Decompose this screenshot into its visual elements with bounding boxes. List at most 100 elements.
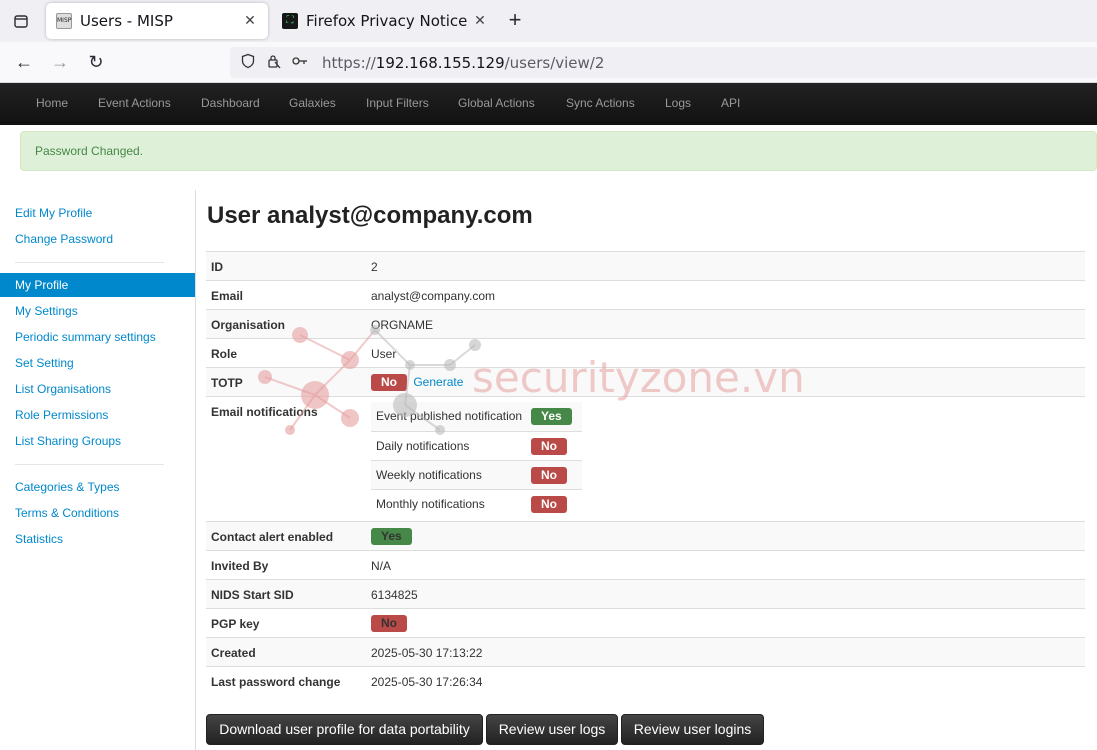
tab-title: Firefox Privacy Notice — [306,12,472,30]
menu-event-actions[interactable]: Event Actions [98,83,171,125]
firefox-privacy-favicon-icon: ⛶ [282,13,298,29]
field-value: N/A [371,559,392,573]
download-profile-button[interactable]: Download user profile for data portabili… [206,714,483,745]
status-badge: No [371,615,407,632]
notification-label: Daily notifications [376,439,470,453]
menu-sync-actions[interactable]: Sync Actions [566,83,635,125]
status-badge: No [371,374,407,391]
table-row-role: Role User [206,338,1085,367]
field-value: 2 [371,260,378,274]
tab-overview-icon[interactable] [8,8,34,34]
table-row-created: Created 2025-05-30 17:13:22 [206,637,1085,666]
sidebar-divider [15,464,164,465]
misp-favicon-icon: MISP [56,13,72,29]
status-badge: No [531,438,567,455]
table-row-invited-by: Invited By N/A [206,550,1085,579]
notifications-subtable: Event published notification Yes Daily n… [371,402,582,518]
table-row-totp: TOTP No Generate [206,367,1085,396]
sidebar-item-my-settings[interactable]: My Settings [0,299,195,323]
status-badge: Yes [531,408,572,425]
field-label: Email [211,289,244,303]
browser-tab-strip: MISP Users - MISP ✕ ⛶ Firefox Privacy No… [0,0,1097,42]
page-title: User analyst@company.com [207,202,533,229]
menu-home[interactable]: Home [36,83,68,125]
menu-input-filters[interactable]: Input Filters [366,83,429,125]
field-label: Email notifications [211,405,318,419]
list-item: Monthly notifications No [371,489,582,518]
browser-tab-firefox-privacy[interactable]: ⛶ Firefox Privacy Notice — ✕ [272,3,498,39]
field-label: ID [211,260,223,274]
success-alert: Password Changed. [20,131,1097,171]
shield-icon[interactable] [238,53,258,72]
sidebar-item-role-permissions[interactable]: Role Permissions [0,403,195,427]
table-row-email: Email analyst@company.com [206,280,1085,309]
menu-global-actions[interactable]: Global Actions [458,83,535,125]
review-user-logs-button[interactable]: Review user logs [486,714,618,745]
field-label: Role [211,347,238,361]
role-link[interactable]: User [371,347,396,361]
status-badge: No [531,496,567,513]
menu-logs[interactable]: Logs [665,83,691,125]
browser-nav-bar: ← → ↻ https://192.168.155.129/users/view… [0,42,1097,83]
sidebar-item-periodic-summary[interactable]: Periodic summary settings [0,325,195,349]
tab-title: Users - MISP [80,12,173,30]
menu-dashboard[interactable]: Dashboard [201,83,260,125]
sidebar-divider [15,262,164,263]
field-label: Created [211,646,256,660]
sidebar-item-my-profile[interactable]: My Profile [0,273,195,297]
table-row-contact-alert: Contact alert enabled Yes [206,521,1085,550]
sidebar-item-terms-conditions[interactable]: Terms & Conditions [0,501,195,525]
field-value: No Generate [371,374,463,391]
sidebar-item-change-password[interactable]: Change Password [0,227,195,251]
url-text[interactable]: https://192.168.155.129/users/view/2 [322,54,604,72]
close-icon[interactable]: ✕ [242,13,258,29]
table-row-nids: NIDS Start SID 6134825 [206,579,1085,608]
browser-tab-misp[interactable]: MISP Users - MISP ✕ [46,3,268,39]
close-icon[interactable]: ✕ [472,13,488,29]
new-tab-icon[interactable]: + [504,8,526,32]
review-user-logins-button[interactable]: Review user logins [621,714,764,745]
sidebar-item-categories-types[interactable]: Categories & Types [0,475,195,499]
reload-icon[interactable]: ↻ [84,50,108,74]
status-badge: No [531,467,567,484]
notification-label: Monthly notifications [376,497,485,511]
url-bar[interactable]: https://192.168.155.129/users/view/2 [230,47,1097,78]
field-label: Last password change [211,675,341,689]
forward-arrow-icon[interactable]: → [48,50,72,74]
sidebar-item-list-sharing-groups[interactable]: List Sharing Groups [0,429,195,453]
menu-api[interactable]: API [721,83,740,125]
table-row-pgp: PGP key No [206,608,1085,637]
lock-warning-icon[interactable] [264,53,284,72]
list-item: Weekly notifications No [371,460,582,489]
field-label: NIDS Start SID [211,588,294,602]
field-value: 2025-05-30 17:26:34 [371,675,483,689]
generate-totp-link[interactable]: Generate [413,375,463,389]
back-arrow-icon[interactable]: ← [12,50,36,74]
field-value: 6134825 [371,588,418,602]
field-value: 2025-05-30 17:13:22 [371,646,483,660]
sidebar-item-set-setting[interactable]: Set Setting [0,351,195,375]
list-item: Event published notification Yes [371,402,582,431]
organisation-link[interactable]: ORGNAME [371,318,433,332]
field-label: TOTP [211,376,243,390]
status-badge: Yes [371,528,412,545]
table-row-email-notifications: Email notifications Event published noti… [206,396,1085,521]
misp-top-menu: Home Event Actions Dashboard Galaxies In… [0,83,1097,125]
field-value: analyst@company.com [371,289,496,303]
notification-label: Event published notification [376,409,523,423]
table-row-organisation: Organisation ORGNAME [206,309,1085,338]
user-details-table: ID 2 Email analyst@company.com Organisat… [206,251,1085,695]
table-row-last-password-change: Last password change 2025-05-30 17:26:34 [206,666,1085,695]
field-label: Contact alert enabled [211,530,334,544]
sidebar-item-list-organisations[interactable]: List Organisations [0,377,195,401]
sidebar-item-statistics[interactable]: Statistics [0,527,195,551]
sidebar-item-edit-my-profile[interactable]: Edit My Profile [0,201,195,225]
field-label: Invited By [211,559,269,573]
field-label: Organisation [211,318,286,332]
side-nav: Edit My Profile Change Password My Profi… [0,190,196,750]
list-item: Daily notifications No [371,431,582,460]
notification-label: Weekly notifications [376,468,482,482]
table-row-id: ID 2 [206,251,1085,280]
key-icon[interactable] [290,53,310,72]
menu-galaxies[interactable]: Galaxies [289,83,336,125]
